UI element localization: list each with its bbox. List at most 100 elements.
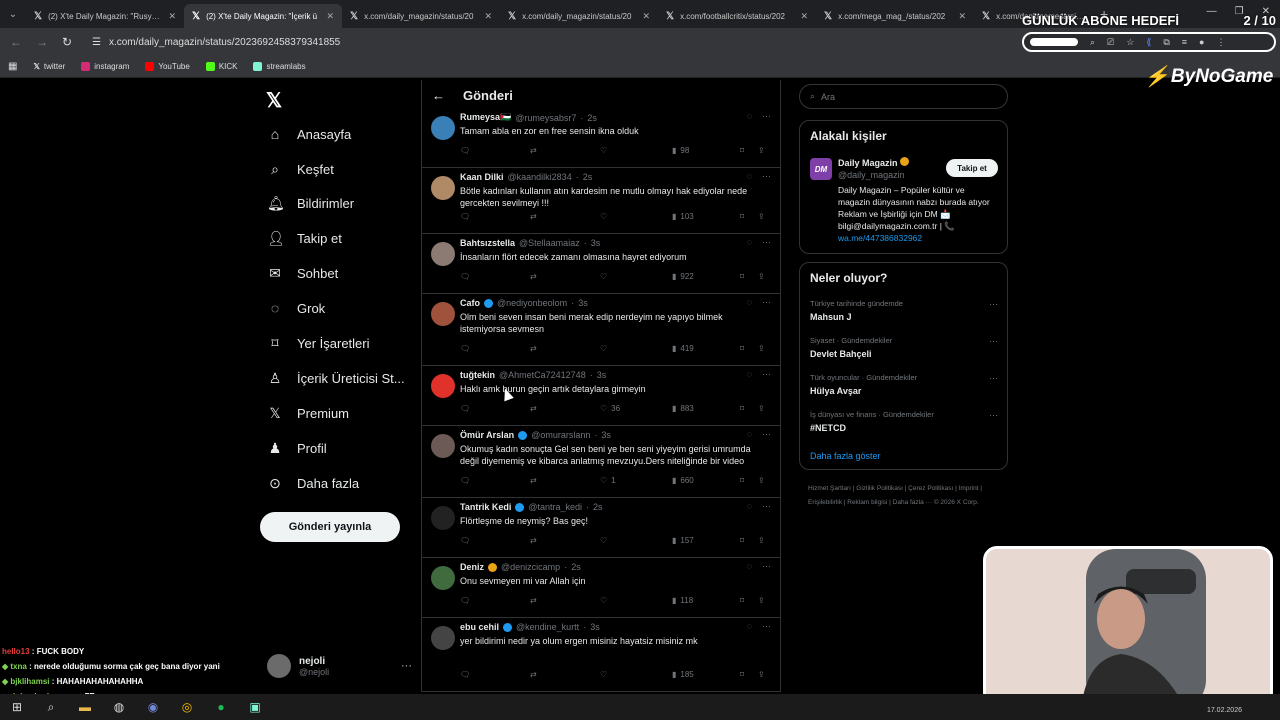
- bookmark-kick[interactable]: KICK: [205, 62, 237, 71]
- puzzle-icon[interactable]: ⧉: [1163, 37, 1169, 48]
- zoom-icon[interactable]: ⌕: [1090, 37, 1095, 48]
- retweet-button[interactable]: ⇄: [530, 272, 541, 281]
- retweet-button[interactable]: ⇄: [530, 212, 541, 221]
- views-button[interactable]: ▮ 922: [672, 272, 694, 281]
- author-name[interactable]: Deniz: [460, 562, 484, 572]
- browser-tab[interactable]: 𝕏x.com/daily_magazin/status/20 ✕: [500, 4, 658, 28]
- views-button[interactable]: ▮ 118: [672, 596, 693, 605]
- author-name[interactable]: Ömür Arslan: [460, 430, 514, 440]
- bookmark-button[interactable]: ⌑: [740, 344, 744, 353]
- close-icon[interactable]: ✕: [168, 11, 176, 22]
- author-handle[interactable]: @kaandilki2834: [508, 172, 572, 182]
- app-icon[interactable]: ◍: [112, 700, 126, 714]
- reply-button[interactable]: 🗨︎: [460, 596, 470, 605]
- like-button[interactable]: ♡: [600, 344, 611, 353]
- views-button[interactable]: ▮ 157: [672, 536, 694, 545]
- author-handle[interactable]: @nediyonbeolom: [497, 298, 567, 308]
- close-icon[interactable]: ✕: [800, 11, 808, 22]
- like-button[interactable]: ♡: [600, 212, 611, 221]
- retweet-button[interactable]: ⇄: [530, 596, 541, 605]
- retweet-button[interactable]: ⇄: [530, 344, 541, 353]
- nav-grok[interactable]: ◌ Grok: [267, 300, 325, 316]
- share-button[interactable]: ⇪: [758, 146, 765, 155]
- author-name[interactable]: Cafo: [460, 298, 480, 308]
- author-name[interactable]: Tantrik Kedi: [460, 502, 511, 512]
- tweet[interactable]: Tantrik Kedi @tantra_kedi · 2s ◌ ··· Flö…: [422, 498, 780, 558]
- tweet[interactable]: Bahtsızstella @Stellaamaiaz · 3s ◌ ··· İ…: [422, 234, 780, 294]
- like-button[interactable]: ♡ 36: [600, 404, 620, 413]
- more-dots-icon[interactable]: ···: [762, 111, 771, 121]
- reply-button[interactable]: 🗨︎: [460, 404, 470, 413]
- windows-start-icon[interactable]: ⊞: [10, 700, 24, 714]
- retweet-button[interactable]: ⇄: [530, 476, 541, 485]
- reply-button[interactable]: 🗨︎: [460, 146, 470, 155]
- bookmark-twitter[interactable]: 𝕏twitter: [33, 62, 65, 71]
- nav-notifications[interactable]: 🔔︎ Bildirimler: [267, 195, 354, 212]
- back-arrow-icon[interactable]: ←: [432, 88, 445, 103]
- author-handle[interactable]: @omurarslann: [531, 430, 590, 440]
- more-dots-icon[interactable]: ···: [762, 237, 771, 247]
- share-button[interactable]: ⇪: [758, 404, 765, 413]
- media-icon[interactable]: ≡: [1182, 37, 1187, 47]
- close-icon[interactable]: ✕: [484, 11, 492, 22]
- more-dots-icon[interactable]: ···: [762, 297, 771, 307]
- profile-avatar-icon[interactable]: ●: [1199, 37, 1204, 47]
- more-dots-icon[interactable]: ···: [989, 299, 998, 309]
- avatar[interactable]: [431, 626, 455, 650]
- related-link[interactable]: wa.me/447386832962: [838, 233, 922, 243]
- share-button[interactable]: ⇪: [758, 536, 765, 545]
- more-dots-icon[interactable]: ···: [762, 621, 771, 631]
- author-handle[interactable]: @Stellaamaiaz: [519, 238, 580, 248]
- nav-bookmarks[interactable]: ⌑ Yer İşaretleri: [267, 335, 369, 352]
- apps-icon[interactable]: ▦: [8, 61, 17, 72]
- tab-search-icon[interactable]: ⌄: [0, 0, 26, 28]
- tweet[interactable]: Ömür Arslan @omurarslann · 3s ◌ ··· Okum…: [422, 426, 780, 498]
- grok-icon[interactable]: ◌: [747, 621, 752, 631]
- more-dots-icon[interactable]: ···: [989, 336, 998, 346]
- bookmark-streamlabs[interactable]: streamlabs: [253, 62, 306, 71]
- reply-button[interactable]: 🗨︎: [460, 344, 470, 353]
- nav-follow[interactable]: 👤︎ Takip et: [267, 230, 342, 247]
- grok-icon[interactable]: ◌: [747, 237, 752, 247]
- url-field[interactable]: ☰ x.com/daily_magazin/status/20236924583…: [84, 31, 1019, 53]
- nav-profile[interactable]: ♟ Profil: [267, 440, 327, 457]
- avatar[interactable]: [431, 374, 455, 398]
- site-info-icon[interactable]: ☰: [92, 37, 101, 48]
- author-handle[interactable]: @tantra_kedi: [528, 502, 582, 512]
- trend-item[interactable]: İş dünyası ve finans · Gündemdekiler #NE…: [810, 410, 998, 433]
- search-icon[interactable]: ⌕: [44, 700, 58, 714]
- grok-icon[interactable]: ◌: [747, 561, 752, 571]
- like-button[interactable]: ♡: [600, 596, 611, 605]
- share-button[interactable]: ⇪: [758, 596, 765, 605]
- reply-button[interactable]: 🗨︎: [460, 670, 470, 679]
- grok-icon[interactable]: ◌: [747, 369, 752, 379]
- share-button[interactable]: ⇪: [758, 212, 765, 221]
- post-button[interactable]: Gönderi yayınla: [260, 512, 400, 542]
- trend-item[interactable]: Türkiye tarihinde gündemde Mahsun J ···: [810, 299, 998, 322]
- star-icon[interactable]: ☆: [1126, 37, 1134, 48]
- nav-more[interactable]: ⊙ Daha fazla: [267, 475, 359, 492]
- retweet-button[interactable]: ⇄: [530, 404, 541, 413]
- tweet[interactable]: Rumeysa🇵🇸 @rumeysabsr7 · 2s ◌ ··· Tamam …: [422, 108, 780, 168]
- grok-icon[interactable]: ◌: [747, 171, 752, 181]
- more-dots-icon[interactable]: ···: [989, 410, 998, 420]
- x-logo-icon[interactable]: 𝕏: [266, 88, 282, 113]
- nav-messages[interactable]: ✉ Sohbet: [267, 265, 338, 282]
- bookmark-youtube[interactable]: YouTube: [145, 62, 190, 71]
- views-button[interactable]: ▮ 419: [672, 344, 694, 353]
- author-name[interactable]: Kaan Dilki: [460, 172, 504, 182]
- grok-icon[interactable]: ◌: [747, 429, 752, 439]
- browser-tab[interactable]: 𝕏x.com/daily_magazin/status/20 ✕: [342, 4, 500, 28]
- nav-creator-studio[interactable]: ♙ İçerik Üreticisi St...: [267, 370, 405, 387]
- bookmark-button[interactable]: ⌑: [740, 146, 744, 155]
- account-switcher[interactable]: nejoli @nejoli ···: [267, 654, 412, 678]
- close-icon[interactable]: ✕: [642, 11, 650, 22]
- reply-button[interactable]: 🗨︎: [460, 212, 470, 221]
- tweet[interactable]: tuğtekin @AhmetCa72412748 · 3s ◌ ··· Hak…: [422, 366, 780, 426]
- more-dots-icon[interactable]: ···: [762, 369, 771, 379]
- cast-icon[interactable]: ⎚: [1107, 37, 1114, 48]
- spotify-icon[interactable]: ●: [214, 700, 228, 714]
- streamlabs-icon[interactable]: ▣: [248, 700, 262, 714]
- views-button[interactable]: ▮ 103: [672, 212, 694, 221]
- reply-button[interactable]: 🗨︎: [460, 476, 470, 485]
